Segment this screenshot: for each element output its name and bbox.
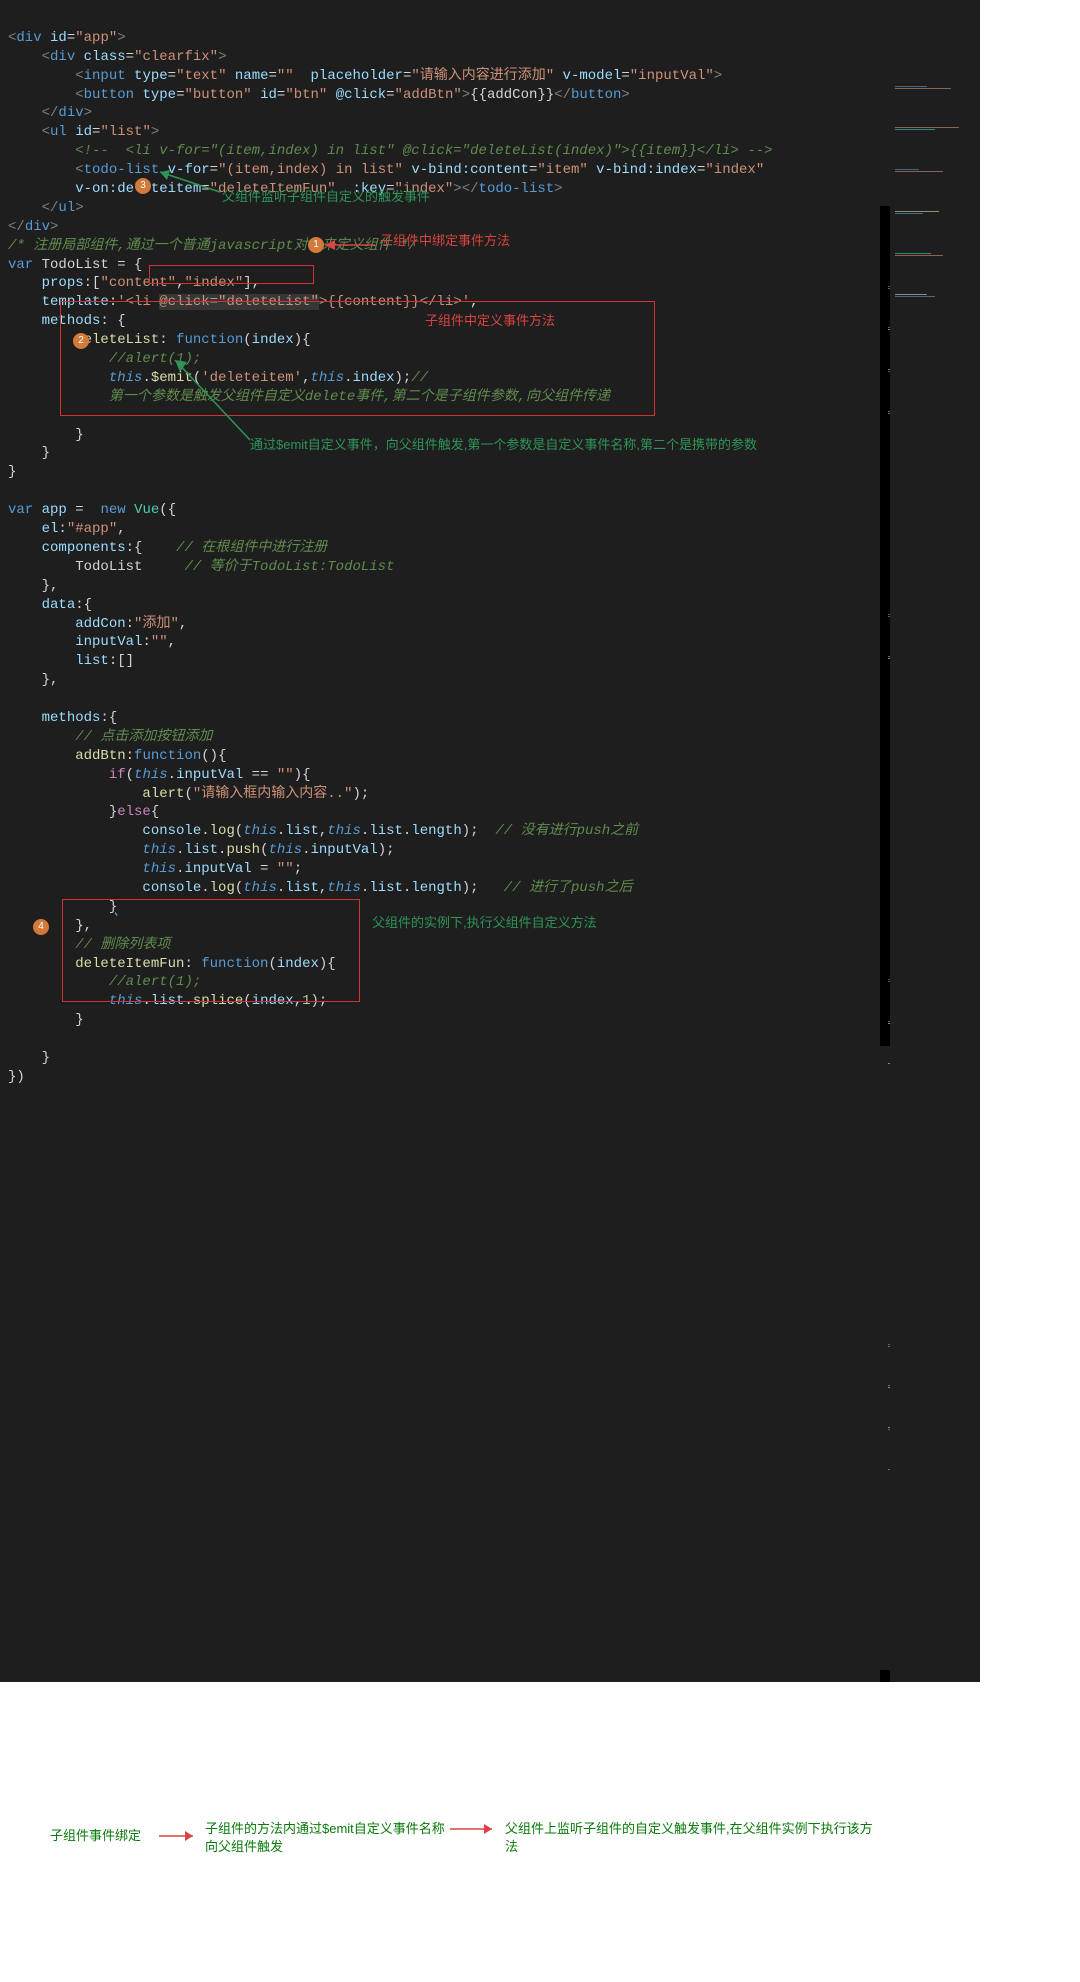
legend-arrow-1 — [157, 1827, 201, 1845]
screenshot-root: <div id="app"> <div class="clearfix"> <i… — [0, 0, 980, 1982]
annotation-child-define: 子组件中定义事件方法 — [425, 312, 555, 330]
legend-step2: 子组件的方法内通过$emit自定义事件名称向父组件触发 — [205, 1820, 455, 1855]
badge-3: 3 — [135, 178, 151, 194]
comment-line: <!-- <li v-for="(item,index) in list" @c… — [8, 143, 773, 159]
highlight-box-click — [149, 265, 314, 284]
highlight-box-method — [60, 301, 655, 416]
code-editor: <div id="app"> <div class="clearfix"> <i… — [0, 0, 980, 1682]
annotation-child-bind: 子组件中绑定事件方法 — [380, 232, 510, 250]
annotation-emit-desc: 通过$emit自定义事件，向父组件触发,第一个参数是自定义事件名称,第二个是携带… — [250, 436, 770, 454]
legend-flow: 子组件事件绑定 子组件的方法内通过$emit自定义事件名称向父组件触发 父组件上… — [0, 1682, 980, 1982]
badge-2: 2 — [73, 333, 89, 349]
badge-4: 4 — [33, 919, 49, 935]
annotation-parent-listen: 父组件监听子组件自定义的触发事件 — [222, 188, 430, 206]
minimap[interactable] — [890, 0, 980, 1682]
badge-1: 1 — [308, 237, 324, 253]
legend-step3: 父组件上监听子组件的自定义触发事件,在父组件实例下执行该方法 — [505, 1820, 875, 1855]
comment-block: /* 注册局部组件,通过一个普通javascript对象来定义组件 */ — [8, 238, 417, 254]
highlight-box-delete-item — [62, 899, 360, 1002]
legend-arrow-2 — [448, 1820, 500, 1838]
legend-step1: 子组件事件绑定 — [50, 1827, 141, 1845]
annotation-parent-exec: 父组件的实例下,执行父组件自定义方法 — [372, 914, 597, 932]
